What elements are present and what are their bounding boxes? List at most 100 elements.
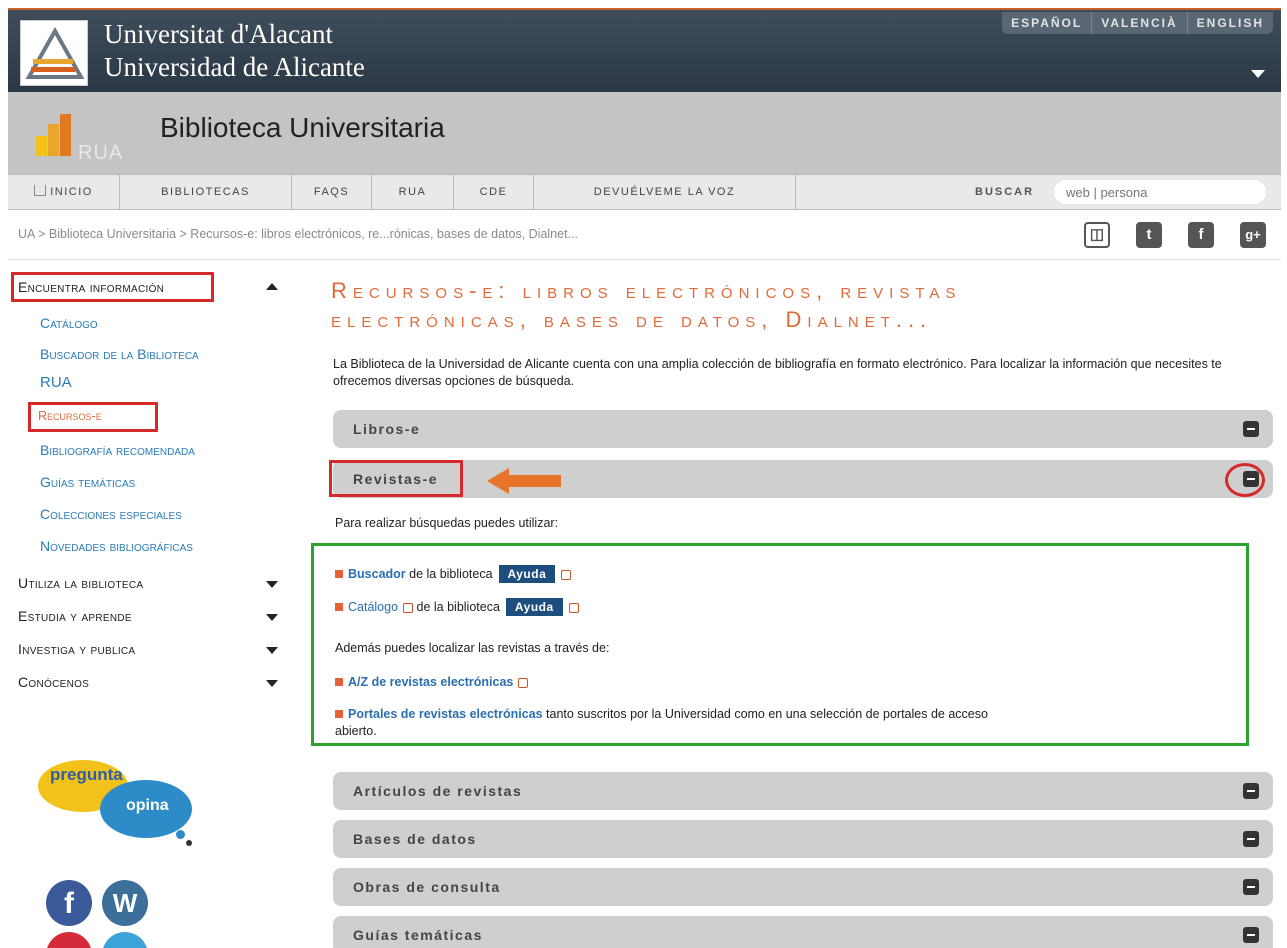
library-title[interactable]: Biblioteca Universitaria bbox=[160, 112, 445, 144]
pinterest-circle-icon[interactable] bbox=[46, 932, 92, 948]
highlight-circle bbox=[1225, 463, 1265, 497]
logo-bar bbox=[36, 136, 47, 156]
az-link[interactable]: A/Z de revistas electrónicas bbox=[348, 675, 513, 689]
rss-icon[interactable]: ◫ bbox=[1084, 222, 1110, 248]
university-logo-icon bbox=[25, 26, 85, 79]
opina-text: opina bbox=[126, 797, 169, 814]
search-input[interactable] bbox=[1054, 180, 1266, 204]
bullet-icon bbox=[335, 710, 343, 718]
home-icon bbox=[34, 185, 47, 196]
collapse-arrow-icon[interactable] bbox=[266, 283, 278, 290]
line-text: de la biblioteca bbox=[413, 600, 500, 614]
wordpress-circle-icon[interactable]: W bbox=[102, 880, 148, 926]
nav-item-bibliotecas[interactable]: BIBLIOTECAS bbox=[120, 175, 292, 209]
highlight-box bbox=[329, 460, 463, 497]
toggle-icon[interactable] bbox=[1243, 927, 1259, 943]
sidebar-section-encuentra[interactable]: Encuentra información bbox=[18, 279, 164, 295]
bullet-icon bbox=[335, 603, 343, 611]
accordion-revistas-e[interactable]: Revistas-e bbox=[333, 460, 1273, 498]
rua-logo[interactable]: RUA bbox=[26, 106, 136, 164]
toggle-icon[interactable] bbox=[1243, 783, 1259, 799]
accordion-label: Bases de datos bbox=[353, 831, 477, 847]
revistas-lead: Para realizar búsquedas puedes utilizar: bbox=[335, 516, 559, 530]
nav-label: INICIO bbox=[50, 186, 93, 198]
catalogo-link[interactable]: Catálogo bbox=[348, 600, 398, 614]
sidebar-section-conocenos[interactable]: Conócenos bbox=[18, 674, 89, 690]
nav-item-faqs[interactable]: FAQS bbox=[292, 175, 372, 209]
nav-item-inicio[interactable]: INICIO bbox=[8, 175, 120, 209]
catalogo-line: Catálogo de la biblioteca Ayuda bbox=[335, 598, 579, 616]
lang-espanol[interactable]: ESPAÑOL bbox=[1002, 12, 1093, 34]
external-link-icon[interactable] bbox=[403, 602, 414, 613]
accordion-label: Libros-e bbox=[353, 421, 421, 437]
external-link-icon[interactable] bbox=[568, 602, 579, 613]
expand-arrow-icon[interactable] bbox=[266, 581, 278, 588]
breadcrumb[interactable]: UA > Biblioteca Universitaria > Recursos… bbox=[18, 227, 578, 241]
breadcrumb-bar: UA > Biblioteca Universitaria > Recursos… bbox=[8, 212, 1281, 260]
logo-bar bbox=[60, 114, 71, 156]
portales-link[interactable]: Portales de revistas electrónicas bbox=[348, 707, 543, 721]
rua-logo-text: RUA bbox=[78, 142, 124, 164]
sidebar-item-rua[interactable]: RUA bbox=[40, 374, 72, 391]
also-text: Además puedes localizar las revistas a t… bbox=[335, 641, 610, 655]
accordion-libros-e[interactable]: Libros-e bbox=[333, 410, 1273, 448]
bullet-icon bbox=[335, 570, 343, 578]
help-button[interactable]: Ayuda bbox=[498, 565, 556, 583]
expand-arrow-icon[interactable] bbox=[266, 614, 278, 621]
page-title: Recursos-e: libros electrónicos, revista… bbox=[331, 276, 1261, 334]
lang-english[interactable]: ENGLISH bbox=[1188, 12, 1273, 34]
sidebar-item-bibliografia[interactable]: Bibliografía recomendada bbox=[40, 442, 195, 458]
line-text: tanto suscritos por la Universidad como … bbox=[542, 707, 988, 721]
expand-arrow-icon[interactable] bbox=[266, 680, 278, 687]
accordion-bases-datos[interactable]: Bases de datos bbox=[333, 820, 1273, 858]
search-label: BUSCAR bbox=[975, 186, 1035, 198]
orange-arrow-icon bbox=[487, 468, 561, 494]
sidebar-item-novedades[interactable]: Novedades bibliográficas bbox=[40, 538, 193, 554]
intro-text: La Biblioteca de la Universidad de Alica… bbox=[333, 357, 1222, 388]
googleplus-icon[interactable]: g+ bbox=[1240, 222, 1266, 248]
sidebar-item-guias[interactable]: Guías temáticas bbox=[40, 474, 135, 490]
university-names[interactable]: Universitat d'Alacant Universidad de Ali… bbox=[104, 18, 365, 84]
toggle-icon[interactable] bbox=[1243, 831, 1259, 847]
twitter-circle-icon[interactable] bbox=[102, 932, 148, 948]
accordion-obras-consulta[interactable]: Obras de consulta bbox=[333, 868, 1273, 906]
accordion-articulos[interactable]: Artículos de revistas bbox=[333, 772, 1273, 810]
toggle-icon[interactable] bbox=[1243, 879, 1259, 895]
accordion-guias-tematicas[interactable]: Guías temáticas bbox=[333, 916, 1273, 948]
sidebar-item-recursos-e[interactable]: Recursos-e bbox=[38, 409, 102, 423]
nav-item-cde[interactable]: CDE bbox=[454, 175, 534, 209]
sidebar-item-catalogo[interactable]: Catálogo bbox=[40, 315, 98, 331]
logo-bar bbox=[48, 124, 59, 156]
sidebar-section-investiga[interactable]: Investiga y publica bbox=[18, 641, 135, 657]
page-title-line1: Recursos-e: libros electrónicos, revista… bbox=[331, 278, 962, 303]
university-logo[interactable] bbox=[20, 20, 88, 86]
sidebar-section-utiliza[interactable]: Utiliza la biblioteca bbox=[18, 575, 143, 591]
facebook-circle-icon[interactable]: f bbox=[46, 880, 92, 926]
az-line: A/Z de revistas electrónicas bbox=[335, 675, 529, 689]
help-button[interactable]: Ayuda bbox=[505, 598, 563, 616]
sidebar-section-estudia[interactable]: Estudia y aprende bbox=[18, 608, 132, 624]
sidebar-item-buscador[interactable]: Buscador de la Biblioteca bbox=[40, 346, 199, 362]
language-switcher: ESPAÑOL VALENCIÀ ENGLISH bbox=[1002, 12, 1273, 34]
portales-line-2: abierto. bbox=[335, 724, 377, 738]
university-header: Universitat d'Alacant Universidad de Ali… bbox=[8, 8, 1281, 92]
buscador-link[interactable]: Buscador bbox=[348, 567, 406, 581]
expand-arrow-icon[interactable] bbox=[266, 647, 278, 654]
nav-item-rua[interactable]: RUA bbox=[372, 175, 454, 209]
portales-line: Portales de revistas electrónicas tanto … bbox=[335, 707, 988, 721]
bubble-dot-icon bbox=[176, 830, 185, 839]
university-name-spanish: Universidad de Alicante bbox=[104, 52, 365, 82]
library-header: RUA Biblioteca Universitaria bbox=[8, 92, 1281, 174]
buscador-line: Buscador de la biblioteca Ayuda bbox=[335, 565, 572, 583]
pregunta-text: pregunta bbox=[50, 765, 123, 784]
twitter-icon[interactable]: t bbox=[1136, 222, 1162, 248]
external-link-icon[interactable] bbox=[561, 569, 572, 580]
lang-valencia[interactable]: VALENCIÀ bbox=[1092, 12, 1188, 34]
sidebar-item-colecciones[interactable]: Colecciones especiales bbox=[40, 506, 182, 522]
nav-item-devuelveme[interactable]: DEVUÉLVEME LA VOZ bbox=[534, 175, 796, 209]
external-link-icon[interactable] bbox=[518, 677, 529, 688]
facebook-icon[interactable]: f bbox=[1188, 222, 1214, 248]
bubble-dot-icon bbox=[186, 840, 192, 846]
toggle-icon[interactable] bbox=[1243, 421, 1259, 437]
expand-triangle-icon[interactable] bbox=[1251, 70, 1265, 78]
